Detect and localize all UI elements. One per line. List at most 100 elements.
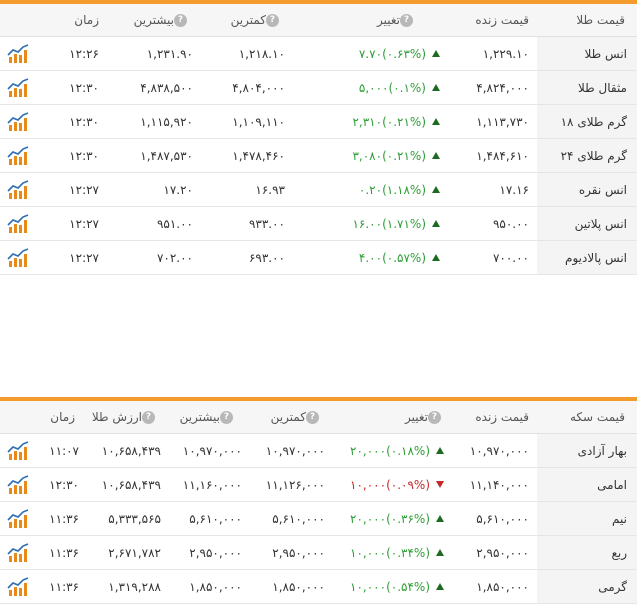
- info-icon[interactable]: ?: [142, 410, 155, 424]
- change-cell: ۴.۰۰ (۰.۵۷%): [359, 241, 440, 274]
- low-cell: ۱۶.۹۳: [255, 182, 285, 197]
- change-value: ۱۰,۰۰۰: [350, 545, 387, 560]
- table-row: گرم طلای ۲۴ ۱,۴۸۴,۶۱۰ ۳,۰۸۰ (۰.۲۱%) ۱,۴۷۸,۴۶…: [0, 139, 637, 173]
- coin-table-header: قیمت سکه قیمت زنده تغییر ? کمترین ? بیشت…: [0, 401, 637, 434]
- time-cell: ۱۱:۳۶: [49, 545, 79, 560]
- change-value: ۲۰,۰۰۰: [350, 443, 387, 458]
- time-cell: ۱۲:۳۰: [49, 477, 79, 492]
- table-row: انس طلا ۱,۲۲۹.۱۰ ۷.۷۰ (۰.۶۳%) ۱,۲۱۸.۱۰ ۱,۲۳۱.…: [0, 37, 637, 71]
- time-cell: ۱۱:۳۶: [49, 579, 79, 594]
- change-value: ۱۰,۰۰۰: [350, 579, 387, 594]
- time-cell: ۱۲:۳۰: [69, 80, 99, 95]
- info-icon[interactable]: ?: [306, 410, 319, 424]
- high-cell: ۱,۲۳۱.۹۰: [146, 46, 193, 61]
- header-low: کمترین ?: [231, 4, 285, 36]
- change-cell: ۱۰,۰۰۰ (۰.۰۹%): [350, 468, 444, 501]
- info-icon[interactable]: ?: [428, 410, 441, 424]
- gold-value-cell: ۱,۳۱۹,۲۸۸: [108, 579, 161, 594]
- info-icon[interactable]: ?: [266, 13, 279, 27]
- time-cell: ۱۲:۳۰: [69, 114, 99, 129]
- change-cell: ۱۰,۰۰۰ (۰.۵۴%): [350, 570, 444, 603]
- info-icon[interactable]: ?: [400, 13, 413, 27]
- table-row: گرم طلای ۱۸ ۱,۱۱۳,۷۳۰ ۲,۳۱۰ (۰.۲۱%) ۱,۱۰۹,۱۱…: [0, 105, 637, 139]
- time-cell: ۱۱:۳۶: [49, 511, 79, 526]
- high-cell: ۹۵۱.۰۰: [156, 216, 193, 231]
- chart-icon[interactable]: [7, 139, 29, 172]
- low-cell: ۱,۸۵۰,۰۰۰: [272, 579, 325, 594]
- change-percent: (۰.۱%): [388, 80, 426, 95]
- change-cell: ۲۰,۰۰۰ (۰.۱۸%): [350, 434, 444, 467]
- low-cell: ۴,۸۰۴,۰۰۰: [232, 80, 285, 95]
- info-icon[interactable]: ?: [174, 13, 187, 27]
- live-cell: ۱۱,۱۴۰,۰۰۰: [469, 477, 529, 492]
- name-cell: گرمی: [537, 570, 637, 603]
- chart-icon[interactable]: [7, 536, 29, 569]
- chart-icon[interactable]: [7, 468, 29, 501]
- name-cell: امامی: [537, 468, 637, 501]
- arrow-up-icon: [436, 447, 444, 454]
- chart-icon[interactable]: [7, 241, 29, 274]
- low-cell: ۱,۴۷۸,۴۶۰: [232, 148, 285, 163]
- arrow-up-icon: [432, 118, 440, 125]
- table-row: انس پلاتین ۹۵۰.۰۰ ۱۶.۰۰ (۱.۷۱%) ۹۳۳.۰۰ ۹۵۱.۰۰…: [0, 207, 637, 241]
- live-cell: ۱۷.۱۶: [499, 182, 529, 197]
- coin-table-body: بهار آزادی ۱۰,۹۷۰,۰۰۰ ۲۰,۰۰۰ (۰.۱۸%) ۱۰,۹۷۰,…: [0, 434, 637, 604]
- gold-price-table: قیمت طلا قیمت زنده تغییر ? کمترین ? بیشت…: [0, 0, 637, 275]
- change-percent: (۰.۳۴%): [386, 545, 430, 560]
- high-cell: ۱۷.۲۰: [163, 182, 193, 197]
- change-value: ۳,۰۸۰: [352, 148, 383, 163]
- coin-price-table: قیمت سکه قیمت زنده تغییر ? کمترین ? بیشت…: [0, 397, 637, 604]
- header-name: قیمت سکه: [569, 410, 625, 424]
- change-percent: (۰.۲۱%): [382, 114, 426, 129]
- high-cell: ۱,۴۸۷,۵۳۰: [140, 148, 193, 163]
- chart-icon[interactable]: [7, 434, 29, 467]
- table-row: انس نقره ۱۷.۱۶ ۰.۲۰ (۱.۱۸%) ۱۶.۹۳ ۱۷.۲۰ ۱۲:۲۷: [0, 173, 637, 207]
- header-high: بیشترین ?: [134, 4, 193, 36]
- change-cell: ۳,۰۸۰ (۰.۲۱%): [352, 139, 440, 172]
- chart-icon[interactable]: [7, 71, 29, 104]
- table-row: بهار آزادی ۱۰,۹۷۰,۰۰۰ ۲۰,۰۰۰ (۰.۱۸%) ۱۰,۹۷۰,…: [0, 434, 637, 468]
- chart-icon[interactable]: [7, 502, 29, 535]
- header-live: قیمت زنده: [475, 410, 529, 424]
- header-change: تغییر ?: [405, 401, 447, 433]
- live-cell: ۷۰۰.۰۰: [492, 250, 529, 265]
- name-cell: انس پالادیوم: [537, 241, 637, 274]
- header-time: زمان: [50, 410, 75, 424]
- live-cell: ۹۵۰.۰۰: [492, 216, 529, 231]
- info-icon[interactable]: ?: [220, 410, 233, 424]
- high-cell: ۴,۸۳۸,۵۰۰: [140, 80, 193, 95]
- chart-icon[interactable]: [7, 105, 29, 138]
- name-cell: گرم طلای ۱۸: [537, 105, 637, 138]
- live-cell: ۲,۹۵۰,۰۰۰: [476, 545, 529, 560]
- chart-icon[interactable]: [7, 173, 29, 206]
- header-low: کمترین ?: [271, 401, 325, 433]
- time-cell: ۱۲:۳۰: [69, 148, 99, 163]
- name-cell: بهار آزادی: [537, 434, 637, 467]
- time-cell: ۱۲:۲۷: [69, 216, 99, 231]
- change-percent: (۰.۵۷%): [382, 250, 426, 265]
- chart-icon[interactable]: [7, 570, 29, 603]
- live-cell: ۱,۱۱۳,۷۳۰: [476, 114, 529, 129]
- live-cell: ۱,۴۸۴,۶۱۰: [476, 148, 529, 163]
- change-cell: ۵,۰۰۰ (۰.۱%): [359, 71, 440, 104]
- table-row: گرمی ۱,۸۵۰,۰۰۰ ۱۰,۰۰۰ (۰.۵۴%) ۱,۸۵۰,۰۰۰ ۱,۸۵۰…: [0, 570, 637, 604]
- change-percent: (۰.۰۹%): [386, 477, 430, 492]
- table-row: امامی ۱۱,۱۴۰,۰۰۰ ۱۰,۰۰۰ (۰.۰۹%) ۱۱,۱۲۶,۰۰۰ ۱۱…: [0, 468, 637, 502]
- change-cell: ۰.۲۰ (۱.۱۸%): [359, 173, 440, 206]
- header-time: زمان: [74, 13, 99, 27]
- chart-icon[interactable]: [7, 37, 29, 70]
- table-row: انس پالادیوم ۷۰۰.۰۰ ۴.۰۰ (۰.۵۷%) ۶۹۳.۰۰ ۷۰۲.۰…: [0, 241, 637, 275]
- name-cell: انس طلا: [537, 37, 637, 70]
- name-cell: انس نقره: [537, 173, 637, 206]
- chart-icon[interactable]: [7, 207, 29, 240]
- change-percent: (۰.۱۸%): [386, 443, 430, 458]
- arrow-up-icon: [432, 220, 440, 227]
- name-cell: مثقال طلا: [537, 71, 637, 104]
- change-percent: (۱.۱۸%): [382, 182, 426, 197]
- change-cell: ۲,۳۱۰ (۰.۲۱%): [352, 105, 440, 138]
- high-cell: ۱,۱۱۵,۹۲۰: [140, 114, 193, 129]
- live-cell: ۴,۸۲۴,۰۰۰: [476, 80, 529, 95]
- low-cell: ۵,۶۱۰,۰۰۰: [272, 511, 325, 526]
- change-value: ۴.۰۰: [358, 250, 383, 265]
- change-value: ۲,۳۱۰: [352, 114, 383, 129]
